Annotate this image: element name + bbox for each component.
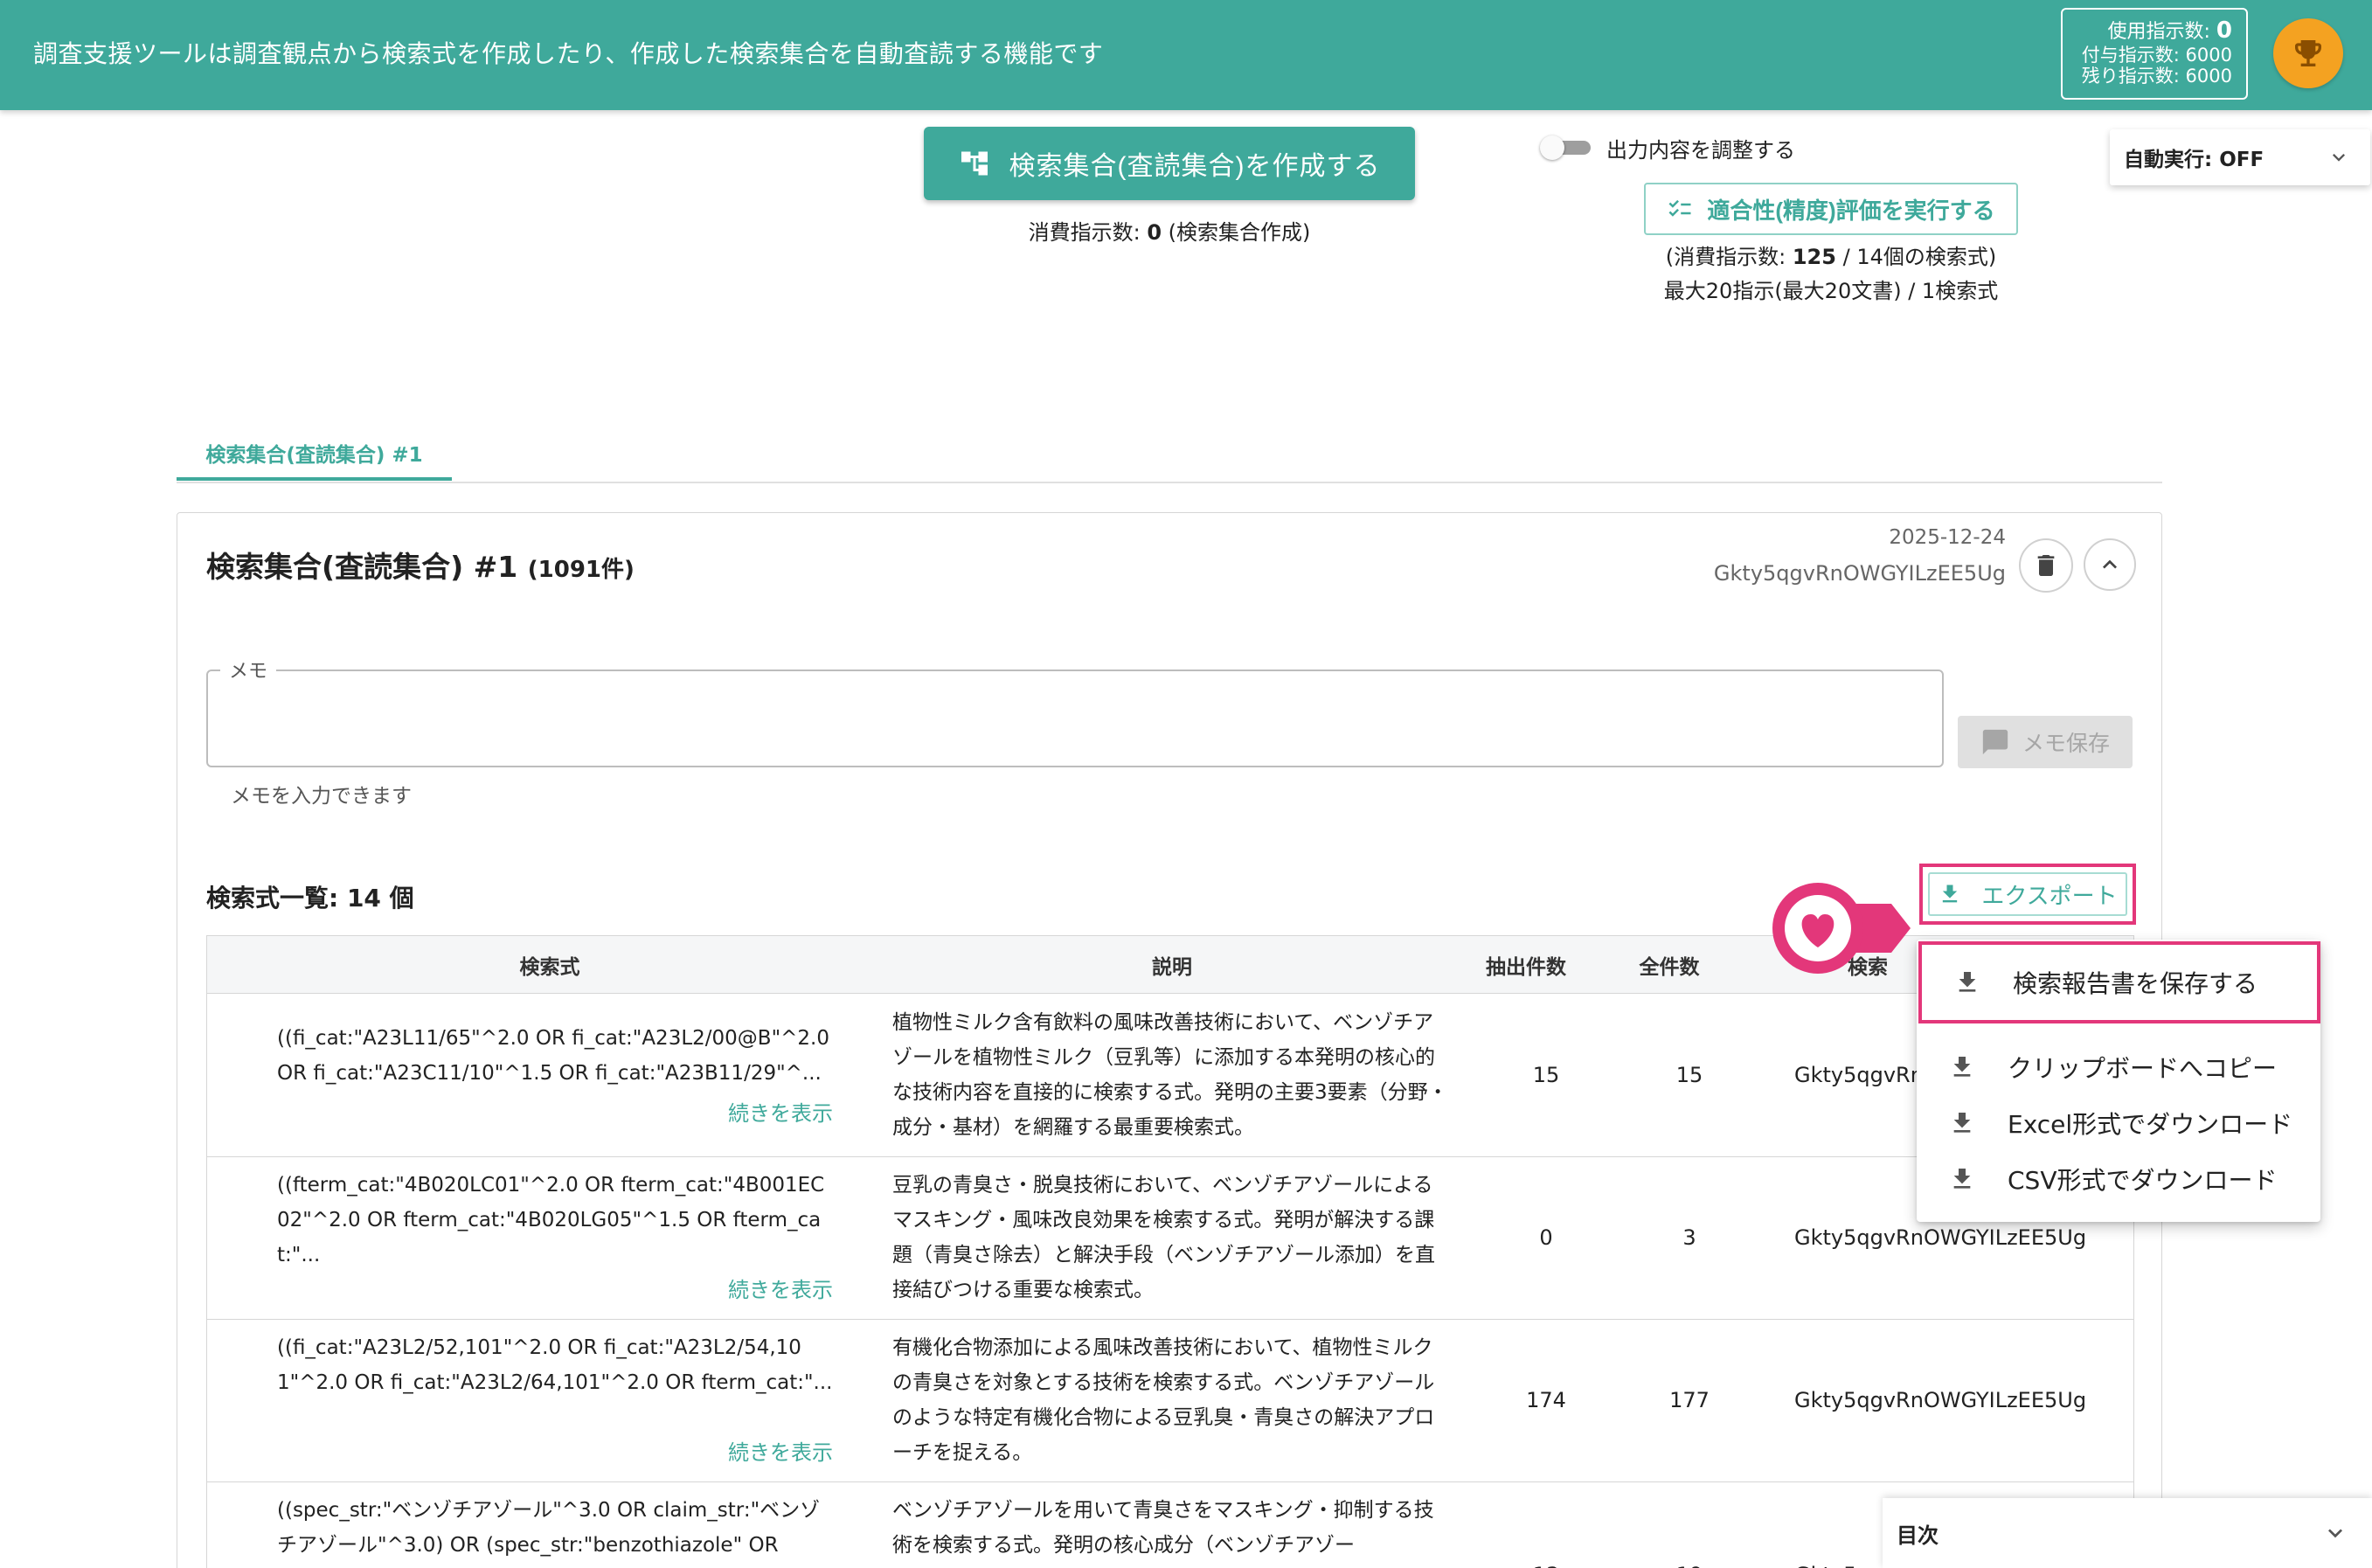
heart-callout-icon [1771, 883, 1911, 979]
header-total: 全件数 [1639, 956, 1700, 979]
description-text: 植物性ミルク含有飲料の風味改善技術において、ベンゾチアゾールを植物性ミルク（豆乳… [892, 1011, 1448, 1139]
adjust-output-toggle[interactable] [1540, 133, 1596, 161]
export-menu: 検索報告書を保存する クリップボードへコピー Excel形式でダウンロード CS… [1917, 940, 2320, 1222]
table-row: ((fterm_cat:"4B020LC01"^2.0 OR fterm_cat… [207, 1157, 2133, 1320]
collapse-button[interactable] [2084, 538, 2136, 591]
memo-field[interactable] [206, 670, 1944, 767]
run-evaluation-button[interactable]: 適合性(精度)評価を実行する [1644, 183, 2018, 235]
search-id: Gkty5qgvRnOWGYILzEE5Ug [1794, 1388, 2087, 1412]
extracted-count: 0 [1539, 1225, 1553, 1250]
app-description: 調査支援ツールは調査観点から検索式を作成したり、作成した検索集合を自動査読する機… [33, 39, 1104, 68]
menu-item-label: CSV形式でダウンロード [2008, 1166, 2278, 1195]
evaluation-consume-note: (消費指示数: 125 / 14個の検索式) [1665, 245, 1997, 269]
toc-label: 目次 [1897, 1523, 1939, 1548]
adjust-output-label: 出力内容を調整する [1606, 138, 1795, 163]
show-more-link[interactable]: 続きを表示 [728, 1096, 833, 1127]
total-count: 15 [1675, 1063, 1703, 1087]
show-more-link[interactable]: 続きを表示 [728, 1273, 833, 1303]
create-search-set-button[interactable]: 検索集合(査読集合)を作成する [924, 127, 1415, 200]
memo-helper-text: メモを入力できます [231, 785, 412, 808]
menu-item-label: クリップボードへコピー [2008, 1054, 2278, 1083]
query-table: 検索式 説明 抽出件数 全件数 検索 ((fi_cat:"A23L11/65"^… [206, 935, 2134, 1568]
query-text: ((fterm_cat:"4B020LC01"^2.0 OR fterm_cat… [277, 1174, 825, 1266]
card-id: Gkty5qgvRnOWGYILzEE5Ug [1713, 561, 2006, 586]
description-text: 有機化合物添加による風味改善技術において、植物性ミルクの青臭さを対象とする技術を… [892, 1336, 1435, 1464]
quota-box: 使用指示数: 0 付与指示数: 6000 残り指示数: 6000 [2061, 8, 2248, 100]
menu-item-excel-download[interactable]: Excel形式でダウンロード [1917, 1097, 2320, 1149]
usage-count: 使用指示数: 0 [2107, 17, 2233, 44]
menu-item-copy-clipboard[interactable]: クリップボードへコピー [1917, 1041, 2320, 1093]
download-icon [1953, 968, 1981, 996]
run-evaluation-label: 適合性(精度)評価を実行する [1707, 197, 1995, 224]
menu-item-label: Excel形式でダウンロード [2008, 1110, 2293, 1139]
menu-item-label: 検索報告書を保存する [2013, 969, 2258, 998]
create-consume-note: 消費指示数: 0 (検索集合作成) [1028, 220, 1311, 245]
tab-divider [177, 482, 2162, 483]
extracted-count: 13 [1494, 1563, 1599, 1568]
show-more-link[interactable]: 続きを表示 [728, 1435, 833, 1466]
chevron-down-icon [2321, 1519, 2349, 1547]
extracted-count: 174 [1526, 1388, 1566, 1412]
export-button-outline [1928, 872, 2127, 916]
total-count: 177 [1669, 1388, 1710, 1412]
card-title: 検索集合(査読集合) #1 (1091件) [206, 550, 635, 584]
description-text: ベンゾチアゾールを用いて青臭さをマスキング・抑制する技術を検索する式。発明の核心… [892, 1499, 1434, 1557]
header-query: 検索式 [519, 956, 580, 979]
auto-run-select[interactable]: 自動実行: OFF [2110, 129, 2370, 185]
card-date: 2025-12-24 [1889, 526, 2006, 549]
toggle-knob [1540, 135, 1564, 160]
search-id: Gkty5qgvRnOWGYILzEE5Ug [1794, 1225, 2087, 1250]
table-of-contents-panel[interactable]: 目次 [1883, 1498, 2372, 1568]
memo-label: メモ [220, 656, 277, 683]
query-text: ((spec_str:"ベンゾチアゾール"^3.0 OR claim_str:"… [277, 1499, 821, 1557]
table-row: ((fi_cat:"A23L11/65"^2.0 OR fi_cat:"A23L… [207, 995, 2133, 1157]
extracted-count: 15 [1532, 1063, 1560, 1087]
description-text: 豆乳の青臭さ・脱臭技術において、ベンゾチアゾールによるマスキング・風味改良効果を… [892, 1174, 1435, 1301]
query-list-title: 検索式一覧: 14 個 [206, 884, 414, 912]
download-icon [1948, 1053, 1976, 1081]
header-extracted: 抽出件数 [1486, 956, 1566, 979]
table-row: ((spec_str:"ベンゾチアゾール"^3.0 OR claim_str:"… [207, 1482, 2133, 1568]
export-button[interactable]: エクスポート [1919, 864, 2136, 925]
total-count: 19 [1637, 1563, 1742, 1568]
menu-item-save-report[interactable]: 検索報告書を保存する [1918, 941, 2320, 1023]
hierarchy-icon [959, 148, 990, 179]
auto-run-label: 自動実行: OFF [2124, 149, 2264, 171]
table-row: ((fi_cat:"A23L2/52,101"^2.0 OR fi_cat:"A… [207, 1320, 2133, 1482]
download-icon [1948, 1109, 1976, 1137]
download-icon [1948, 1165, 1976, 1193]
memo-save-button[interactable]: メモ保存 [1958, 716, 2133, 768]
chevron-up-icon [2096, 551, 2124, 579]
total-count: 3 [1682, 1225, 1696, 1250]
comment-icon [1980, 727, 2010, 757]
query-text: ((fi_cat:"A23L2/52,101"^2.0 OR fi_cat:"A… [277, 1336, 833, 1394]
search-id: Gkty5qgvRn [1794, 1063, 1924, 1087]
menu-item-csv-download[interactable]: CSV形式でダウンロード [1917, 1153, 2320, 1205]
granted-count: 付与指示数: 6000 [2081, 44, 2232, 66]
checklist-icon [1667, 196, 1693, 222]
memo-save-label: メモ保存 [2022, 731, 2110, 756]
tab-search-set-1[interactable]: 検索集合(査読集合) #1 [177, 428, 452, 481]
top-bar: 調査支援ツールは調査観点から検索式を作成したり、作成した検索集合を自動査読する機… [0, 0, 2372, 110]
delete-button[interactable] [2019, 538, 2073, 593]
evaluation-limit-note: 最大20指示(最大20文書) / 1検索式 [1663, 279, 1999, 303]
remaining-count: 残り指示数: 6000 [2081, 66, 2232, 87]
chevron-down-icon [2327, 145, 2351, 170]
trophy-icon[interactable] [2273, 18, 2343, 88]
query-text: ((fi_cat:"A23L11/65"^2.0 OR fi_cat:"A23L… [277, 1027, 829, 1085]
create-search-set-label: 検索集合(査読集合)を作成する [1009, 152, 1381, 181]
trash-icon [2032, 552, 2060, 579]
header-description: 説明 [1152, 956, 1192, 979]
